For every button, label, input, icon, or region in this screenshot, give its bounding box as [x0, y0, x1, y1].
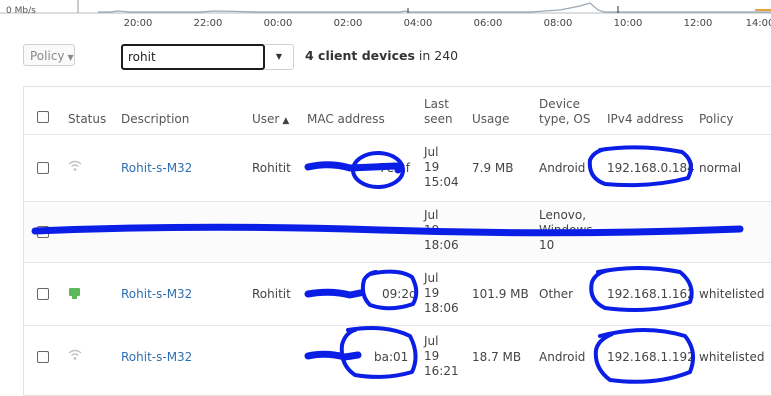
client-count-number: 4 client devices: [305, 48, 415, 63]
device-ipv4: 192.168.0.184: [607, 161, 695, 175]
last-seen-day: 19: [424, 160, 440, 174]
row-divider: [24, 134, 771, 135]
device-description-link[interactable]: Rohit-s-M32: [121, 287, 192, 301]
device-mac: ba:01: [374, 350, 409, 364]
select-all-checkbox[interactable]: [37, 111, 49, 123]
chart-x-tick: 08:00: [543, 18, 573, 29]
header-policy[interactable]: Policy: [699, 112, 734, 126]
device-type-line: Windows: [539, 223, 593, 237]
device-type-line: 10: [539, 238, 555, 252]
row-checkbox[interactable]: [37, 226, 49, 238]
search-input[interactable]: [121, 44, 265, 70]
header-mac-address[interactable]: MAC address: [307, 112, 385, 126]
device-last-seen: Jul 19 18:06: [424, 271, 459, 316]
device-type: Android: [539, 350, 586, 364]
row-divider: [24, 262, 771, 263]
device-description-link[interactable]: Rohit-s-M32: [121, 161, 192, 175]
row-checkbox[interactable]: [37, 288, 49, 300]
header-device-type[interactable]: Device type, OS: [539, 97, 591, 127]
device-user: Rohitit: [252, 161, 291, 175]
chart-x-tick: 00:00: [263, 18, 293, 29]
client-count: 4 client devices in 240: [305, 48, 458, 63]
chart-x-tick: 02:00: [333, 18, 363, 29]
device-ipv4: 192.168.1.162: [607, 287, 695, 301]
search-combobox[interactable]: ▼: [121, 44, 294, 70]
device-usage: 7.9 MB: [472, 161, 514, 175]
chart-x-tick: 10:00: [613, 18, 643, 29]
header-device-type-line: Device: [539, 97, 581, 111]
chart-x-tick: 12:00: [683, 18, 713, 29]
header-last-seen-line: Last: [424, 97, 449, 111]
device-type: Android: [539, 161, 586, 175]
header-last-seen-line: seen: [424, 112, 453, 126]
row-divider: [24, 325, 771, 326]
device-description-link[interactable]: Rohit-s-M32: [121, 350, 192, 364]
device-policy: normal: [699, 161, 742, 175]
chart-x-tick: 20:00: [123, 18, 153, 29]
table-row[interactable]: [24, 202, 771, 262]
usage-chart-plot: [0, 0, 771, 14]
last-seen-time: 15:04: [424, 175, 459, 189]
chevron-down-icon: ▼: [275, 52, 283, 61]
device-type: Lenovo, Windows 10: [539, 208, 593, 253]
last-seen-day: 19: [424, 349, 440, 363]
device-mac: 09:2d: [382, 287, 417, 301]
header-user-label: User: [252, 112, 280, 126]
header-last-seen[interactable]: Last seen: [424, 97, 453, 127]
chevron-down-icon: ▼: [67, 53, 74, 62]
policy-filter-dropdown[interactable]: Policy ▼: [23, 44, 75, 66]
device-mac: 7e:2f: [379, 161, 410, 175]
last-seen-time: 16:21: [424, 364, 459, 378]
wifi-icon: [68, 349, 82, 360]
header-ipv4-address[interactable]: IPv4 address: [607, 112, 683, 126]
header-status[interactable]: Status: [68, 112, 106, 126]
chart-x-tick: 06:00: [473, 18, 503, 29]
client-count-total: in 240: [414, 48, 459, 63]
header-description[interactable]: Description: [121, 112, 189, 126]
header-user[interactable]: User ▲: [252, 112, 289, 126]
chart-x-tick: 14:00: [745, 18, 771, 29]
last-seen-day: 19: [424, 223, 440, 237]
chart-x-tick: 22:00: [193, 18, 223, 29]
chart-x-tick: 04:00: [403, 18, 433, 29]
last-seen-month: Jul: [424, 271, 439, 285]
device-ipv4: 192.168.1.192: [607, 350, 695, 364]
device-last-seen: Jul 19 16:21: [424, 334, 459, 379]
device-last-seen: Jul 19 15:04: [424, 145, 459, 190]
device-user: Rohitit: [252, 287, 291, 301]
row-checkbox[interactable]: [37, 351, 49, 363]
last-seen-day: 19: [424, 286, 440, 300]
sort-ascending-icon: ▲: [282, 116, 290, 126]
policy-filter-label: Policy: [30, 49, 65, 63]
header-device-type-line: type, OS: [539, 112, 591, 126]
device-usage: 101.9 MB: [472, 287, 529, 301]
last-seen-month: Jul: [424, 145, 439, 159]
usage-chart: 0 Mb/s 20:00 22:00 00:00 02:00 04:00 06:…: [0, 0, 771, 34]
row-checkbox[interactable]: [37, 162, 49, 174]
device-usage: 18.7 MB: [472, 350, 522, 364]
last-seen-month: Jul: [424, 208, 439, 222]
wifi-icon: [68, 160, 82, 171]
device-policy: whitelisted: [699, 287, 765, 301]
last-seen-time: 18:06: [424, 238, 459, 252]
clients-table: Status Description User ▲ MAC address Las…: [23, 86, 771, 396]
header-usage[interactable]: Usage: [472, 112, 509, 126]
wired-connection-icon: [69, 288, 80, 299]
chart-y-axis-label: 0 Mb/s: [6, 6, 36, 16]
last-seen-time: 18:06: [424, 301, 459, 315]
device-type: Other: [539, 287, 574, 301]
last-seen-month: Jul: [424, 334, 439, 348]
device-last-seen: Jul 19 18:06: [424, 208, 459, 253]
device-policy: whitelisted: [699, 350, 765, 364]
device-type-line: Lenovo,: [539, 208, 587, 222]
search-dropdown-button[interactable]: ▼: [265, 44, 294, 70]
